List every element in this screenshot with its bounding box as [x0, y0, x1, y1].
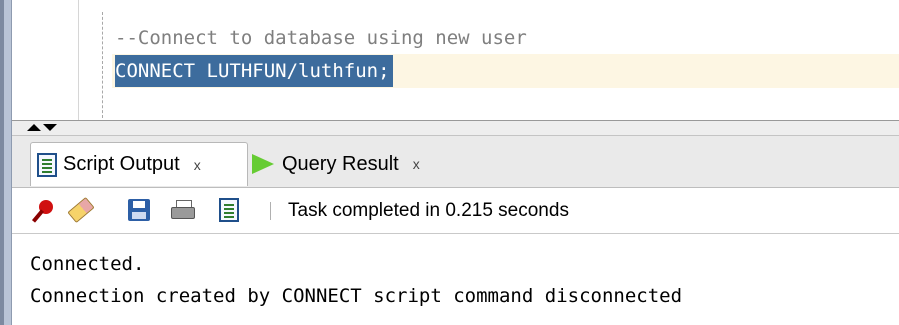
play-icon: [252, 154, 274, 174]
code-line-connect-selected[interactable]: CONNECT LUTHFUN/luthfun;: [115, 55, 393, 87]
tab-close-icon[interactable]: x: [194, 157, 201, 173]
pin-icon[interactable]: [30, 197, 56, 223]
code-line-comment[interactable]: --Connect to database using new user: [115, 22, 527, 54]
output-line: Connected.: [30, 253, 145, 275]
task-status-text: Task completed in 0.215 seconds: [288, 200, 569, 221]
script-doc-icon: [37, 152, 57, 177]
tab-close-icon[interactable]: x: [413, 156, 420, 172]
expand-down-icon[interactable]: [43, 124, 57, 131]
gutter-divider: [78, 0, 79, 120]
script-output-panel[interactable]: Connected. Connection created by CONNECT…: [12, 234, 899, 325]
toolbar-separator: [270, 202, 271, 220]
tab-query-result[interactable]: Query Result x: [252, 142, 462, 186]
tab-label: Query Result: [282, 152, 399, 175]
tab-label: Script Output: [63, 153, 180, 175]
save-icon[interactable]: [126, 197, 152, 223]
tab-script-output[interactable]: Script Output x: [30, 142, 248, 186]
code-fold-guide: [102, 12, 103, 118]
eraser-icon[interactable]: [67, 196, 95, 224]
left-gutter-bar: [4, 0, 12, 325]
print-icon[interactable]: [170, 197, 196, 223]
sql-editor[interactable]: --Connect to database using new user CON…: [12, 0, 899, 120]
sql-developer-window: --Connect to database using new user CON…: [0, 0, 899, 325]
expand-up-icon[interactable]: [27, 124, 41, 131]
output-line: Connection created by CONNECT script com…: [30, 285, 683, 307]
panel-splitter[interactable]: [12, 120, 899, 136]
splitter-arrows[interactable]: [27, 121, 57, 135]
output-toolbar: Task completed in 0.215 seconds: [12, 188, 899, 234]
output-tab-bar: Script Output x Query Result x: [12, 136, 899, 188]
script-doc-icon[interactable]: [216, 197, 242, 223]
